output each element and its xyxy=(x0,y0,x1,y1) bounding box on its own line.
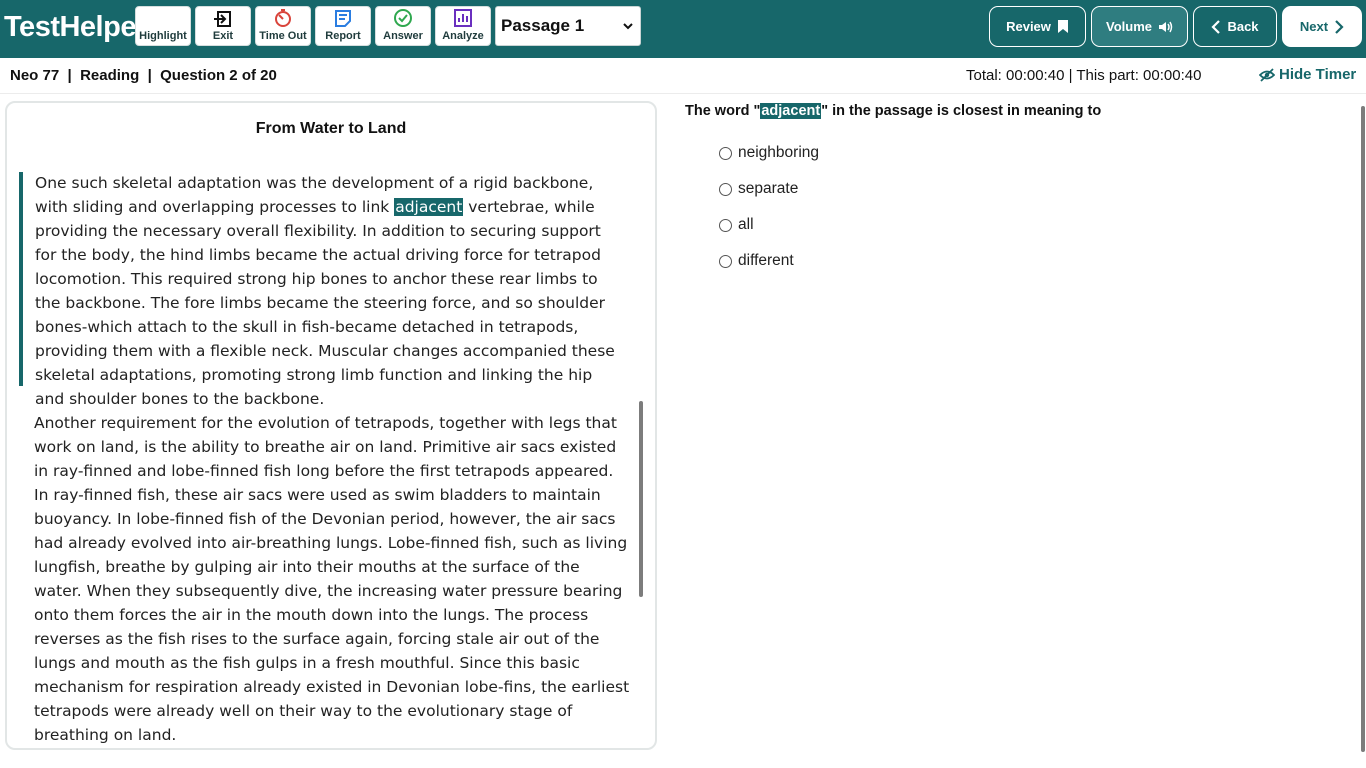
next-button[interactable]: Next xyxy=(1282,6,1362,47)
breadcrumb-separator: | xyxy=(139,67,161,84)
option-label: neighboring xyxy=(738,144,820,161)
timer-readout: Total: 00:00:40 | This part: 00:00:40 xyxy=(966,67,1202,84)
option-label: different xyxy=(738,252,794,269)
chevron-down-icon xyxy=(623,23,633,30)
chevron-left-icon xyxy=(1211,19,1221,34)
radio-button[interactable] xyxy=(719,182,732,196)
report-label: Report xyxy=(325,30,361,42)
review-button[interactable]: Review xyxy=(989,6,1086,47)
answer-option-3[interactable]: all xyxy=(719,216,754,234)
eye-slash-icon xyxy=(1259,67,1275,82)
exit-button[interactable]: Exit xyxy=(195,6,251,46)
report-button[interactable]: Report xyxy=(315,6,371,46)
test-name: Neo 77 xyxy=(10,67,60,84)
passage-select[interactable]: Passage 1 xyxy=(495,6,641,46)
timer-icon xyxy=(275,9,291,27)
check-circle-icon xyxy=(394,9,412,27)
radio-button[interactable] xyxy=(719,218,732,232)
top-toolbar: TestHelper Highlight Exit Time Out Repor… xyxy=(0,0,1366,58)
answer-option-2[interactable]: separate xyxy=(719,180,798,198)
passage-panel: From Water to Land One such skeletal ada… xyxy=(5,101,657,750)
answer-button[interactable]: Answer xyxy=(375,6,431,46)
time-out-button[interactable]: Time Out xyxy=(255,6,311,46)
analyze-label: Analyze xyxy=(442,30,484,42)
question-text-part: The word " xyxy=(685,103,761,119)
answer-option-1[interactable]: neighboring xyxy=(719,144,819,162)
volume-label: Volume xyxy=(1106,19,1152,34)
report-icon xyxy=(335,10,351,27)
passage-scrollbar[interactable] xyxy=(639,401,643,597)
review-label: Review xyxy=(1006,19,1051,34)
section-name: Reading xyxy=(80,67,140,84)
answer-option-4[interactable]: different xyxy=(719,252,794,270)
back-button[interactable]: Back xyxy=(1193,6,1277,47)
bookmark-icon xyxy=(1057,20,1068,33)
passage-title: From Water to Land xyxy=(255,120,407,137)
back-label: Back xyxy=(1227,19,1259,34)
volume-button[interactable]: Volume xyxy=(1091,6,1188,47)
question-text: The word "adjacent" in the passage is cl… xyxy=(685,103,1101,119)
breadcrumb-separator: | xyxy=(59,67,81,84)
chart-icon xyxy=(454,9,472,27)
exit-icon xyxy=(214,11,231,27)
question-text-part: " in the passage is closest in meaning t… xyxy=(821,103,1102,119)
hide-timer-label: Hide Timer xyxy=(1279,66,1357,83)
paragraph-text: vertebrae, while providing the necessary… xyxy=(35,198,615,408)
radio-button[interactable] xyxy=(719,146,732,160)
passage-select-value: Passage 1 xyxy=(501,16,585,35)
hide-timer-button[interactable]: Hide Timer xyxy=(1259,66,1356,83)
exit-label: Exit xyxy=(212,30,234,42)
paragraph-marker xyxy=(19,172,23,386)
option-label: separate xyxy=(738,180,799,197)
answer-label: Answer xyxy=(383,30,423,42)
highlight-button[interactable]: Highlight xyxy=(135,6,191,46)
option-label: all xyxy=(738,216,754,233)
passage-paragraph-2: Another requirement for the evolution of… xyxy=(34,414,630,744)
question-highlighted-word: adjacent xyxy=(760,103,822,119)
app-logo: TestHelper xyxy=(4,11,147,43)
breadcrumb: Neo 77 | Reading | Question 2 of 20 xyxy=(10,67,277,84)
highlighted-word: adjacent xyxy=(394,198,464,216)
analyze-button[interactable]: Analyze xyxy=(435,6,491,46)
radio-button[interactable] xyxy=(719,254,732,268)
highlight-label: Highlight xyxy=(139,30,187,42)
volume-icon xyxy=(1159,21,1173,32)
passage-paragraph-1: One such skeletal adaptation was the dev… xyxy=(35,171,619,411)
next-label: Next xyxy=(1299,19,1329,34)
page-scrollbar[interactable] xyxy=(1361,106,1365,752)
question-counter: Question 2 of 20 xyxy=(160,67,277,84)
info-bar: Neo 77 | Reading | Question 2 of 20 Tota… xyxy=(0,58,1366,94)
time-out-label: Time Out xyxy=(259,30,307,42)
chevron-right-icon xyxy=(1335,19,1344,34)
